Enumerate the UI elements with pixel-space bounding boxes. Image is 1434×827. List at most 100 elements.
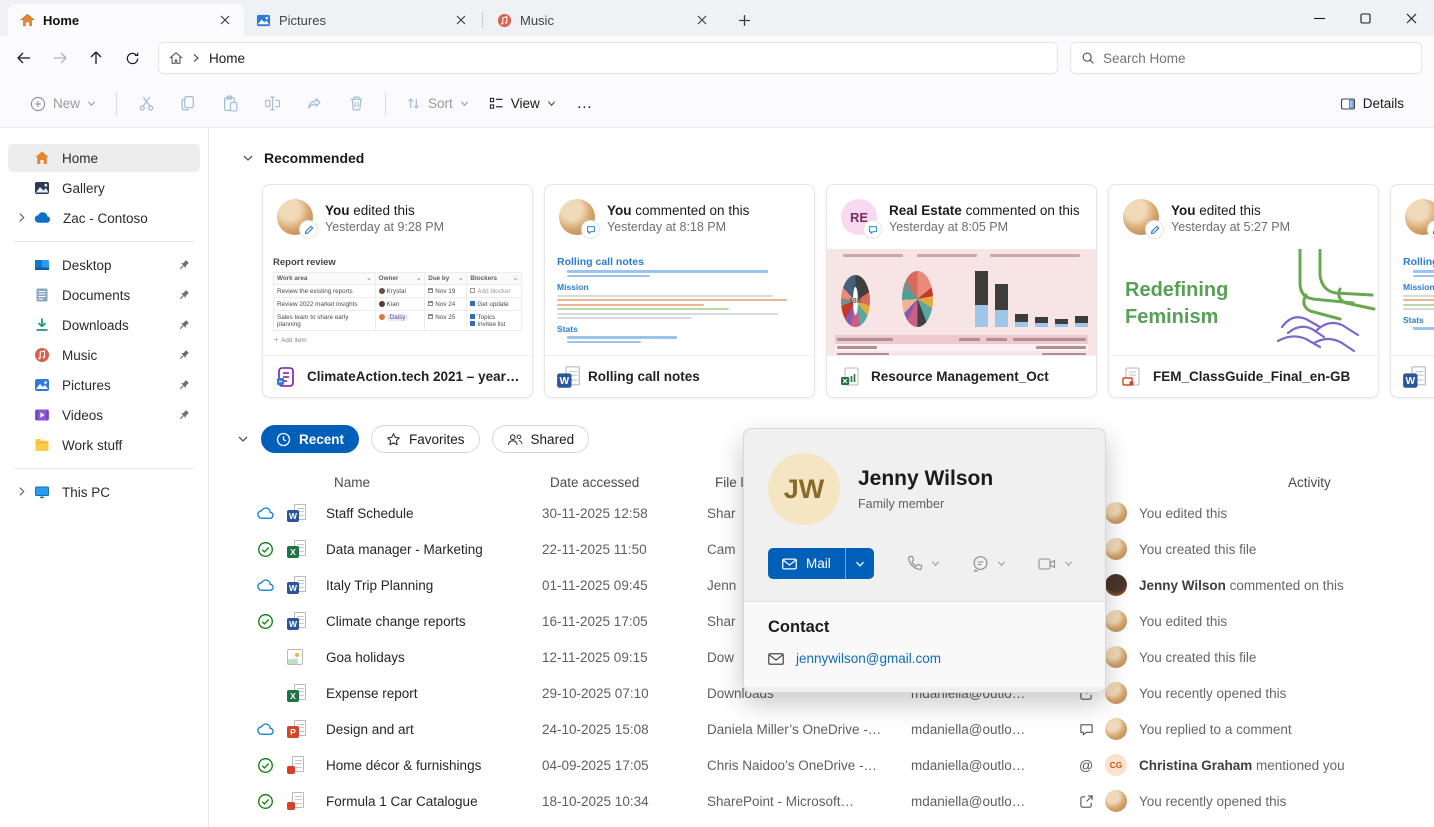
filter-favorites[interactable]: Favorites [371, 425, 480, 453]
cut-icon[interactable] [127, 87, 165, 121]
tab-pictures[interactable]: Pictures [244, 4, 480, 36]
filter-shared[interactable]: Shared [491, 425, 590, 453]
file-row[interactable]: P Design and art 24-10-2025 15:08 Daniel… [209, 711, 1434, 747]
excel-file-icon [839, 366, 861, 388]
home-icon [34, 150, 50, 166]
sidebar-item-work-stuff[interactable]: Work stuff [8, 431, 200, 459]
file-activity: You edited this [1139, 613, 1228, 629]
tab-home[interactable]: Home [8, 4, 244, 36]
mail-split-button[interactable]: Mail [768, 548, 874, 579]
sidebar-item-onedrive[interactable]: Zac - Contoso [8, 204, 200, 232]
opened-icon [1079, 794, 1094, 809]
column-header-date-accessed[interactable]: Date accessed [550, 475, 715, 490]
sidebar-item-home[interactable]: Home [8, 144, 200, 172]
pie-chart [901, 271, 933, 327]
column-header-activity[interactable]: Activity [1288, 475, 1331, 490]
avatar [1105, 574, 1127, 596]
forward-button[interactable] [42, 42, 78, 74]
view-label: View [510, 96, 540, 111]
sidebar-item-label: Downloads [62, 317, 129, 333]
sidebar-item-label: Desktop [62, 257, 112, 273]
sidebar-item-music[interactable]: Music [8, 341, 200, 369]
file-row[interactable]: Formula 1 Car Catalogue 18-10-2025 10:34… [209, 783, 1434, 819]
tab-close-icon[interactable] [216, 11, 234, 29]
file-activity: Jenny Wilson commented on this [1139, 577, 1344, 593]
card-action: commented on this [965, 202, 1080, 218]
tab-close-icon[interactable] [693, 11, 711, 29]
avatar [1105, 682, 1127, 704]
maximize-button[interactable] [1342, 0, 1388, 36]
delete-icon[interactable] [337, 87, 375, 121]
sidebar-item-documents[interactable]: Documents [8, 281, 200, 309]
back-button[interactable] [6, 42, 42, 74]
mail-dropdown-button[interactable] [844, 548, 874, 579]
minimize-button[interactable] [1296, 0, 1342, 36]
copy-icon[interactable] [169, 87, 207, 121]
search-box[interactable] [1070, 42, 1422, 74]
share-icon[interactable] [295, 87, 333, 121]
sort-button[interactable]: Sort [396, 87, 479, 121]
comment-badge-icon [864, 221, 881, 238]
recommended-card[interactable]: You edited this Yesterday at 5:27 PM Red… [1108, 184, 1379, 398]
new-button[interactable]: New [20, 87, 106, 121]
search-input[interactable] [1103, 50, 1411, 66]
recommended-card[interactable]: RE Real Estate commented on this Yesterd… [826, 184, 1097, 398]
more-options-button[interactable]: … [566, 87, 604, 121]
view-button[interactable]: View [479, 87, 566, 121]
chevron-down-icon[interactable] [242, 152, 254, 164]
address-bar[interactable]: Home [158, 42, 1058, 74]
card-actor: Real Estate [889, 202, 962, 218]
contact-avatar: JW [768, 453, 840, 525]
clock-icon [276, 432, 291, 447]
edit-badge-icon [1146, 221, 1163, 238]
rename-icon[interactable] [253, 87, 291, 121]
home-icon [169, 51, 183, 65]
up-button[interactable] [78, 42, 114, 74]
filter-recent[interactable]: Recent [261, 425, 360, 453]
avatar [277, 199, 317, 238]
file-row[interactable]: Home décor & furnishings 04-09-2025 17:0… [209, 747, 1434, 783]
details-button[interactable]: Details [1330, 87, 1414, 121]
file-location: SharePoint - Microsoft… [707, 793, 855, 809]
sidebar-item-label: Work stuff [62, 437, 123, 453]
contact-email-link[interactable]: jennywilson@gmail.com [796, 651, 941, 666]
close-button[interactable] [1388, 0, 1434, 36]
file-shared-by: mdaniella@outlo… [911, 757, 1026, 773]
sidebar-item-label: Documents [62, 287, 131, 303]
chevron-right-icon[interactable] [16, 486, 27, 497]
paste-icon[interactable] [211, 87, 249, 121]
music-icon [497, 13, 512, 28]
recommended-card[interactable]: You edited this Yesterday at 9:28 PM Rep… [262, 184, 533, 398]
file-activity: You recently opened this [1139, 685, 1287, 701]
refresh-button[interactable] [114, 42, 150, 74]
navigation-bar: Home [0, 36, 1434, 80]
chevron-down-icon [547, 101, 555, 107]
chevron-right-icon[interactable] [16, 212, 27, 223]
recommended-card[interactable]: You commented on this Yesterday at 8:18 … [544, 184, 815, 398]
breadcrumb[interactable]: Home [209, 51, 245, 66]
sidebar-item-label: Gallery [62, 180, 105, 196]
sidebar-item-gallery[interactable]: Gallery [8, 174, 200, 202]
file-date: 22-11-2025 11:50 [542, 541, 647, 557]
contact-role: Family member [858, 497, 945, 511]
mail-button[interactable]: Mail [768, 548, 845, 579]
file-name: Climate change reports [326, 613, 466, 629]
sidebar-item-downloads[interactable]: Downloads [8, 311, 200, 339]
tab-close-icon[interactable] [452, 11, 470, 29]
sidebar-item-this-pc[interactable]: This PC [8, 478, 200, 506]
tab-music[interactable]: Music [485, 4, 721, 36]
chat-button[interactable] [972, 555, 1006, 572]
word-file-icon: W [1403, 365, 1426, 388]
sidebar-item-pictures[interactable]: Pictures [8, 371, 200, 399]
loop-table-preview: Report review Work area ⌄ Owner ⌄ Due by ⌄ … [263, 249, 532, 355]
sidebar-item-videos[interactable]: Videos [8, 401, 200, 429]
comment-icon [1079, 722, 1094, 737]
sidebar-item-desktop[interactable]: Desktop [8, 251, 200, 279]
recommended-card[interactable]: You edited this Rolling call notes Missi… [1390, 184, 1434, 398]
new-tab-button[interactable] [729, 6, 759, 34]
file-location: Chris Naidoo’s OneDrive -… [707, 757, 878, 773]
column-header-name[interactable]: Name [334, 475, 550, 490]
call-button[interactable] [906, 555, 940, 572]
chevron-down-icon[interactable] [237, 433, 249, 445]
video-call-button[interactable] [1038, 557, 1073, 571]
